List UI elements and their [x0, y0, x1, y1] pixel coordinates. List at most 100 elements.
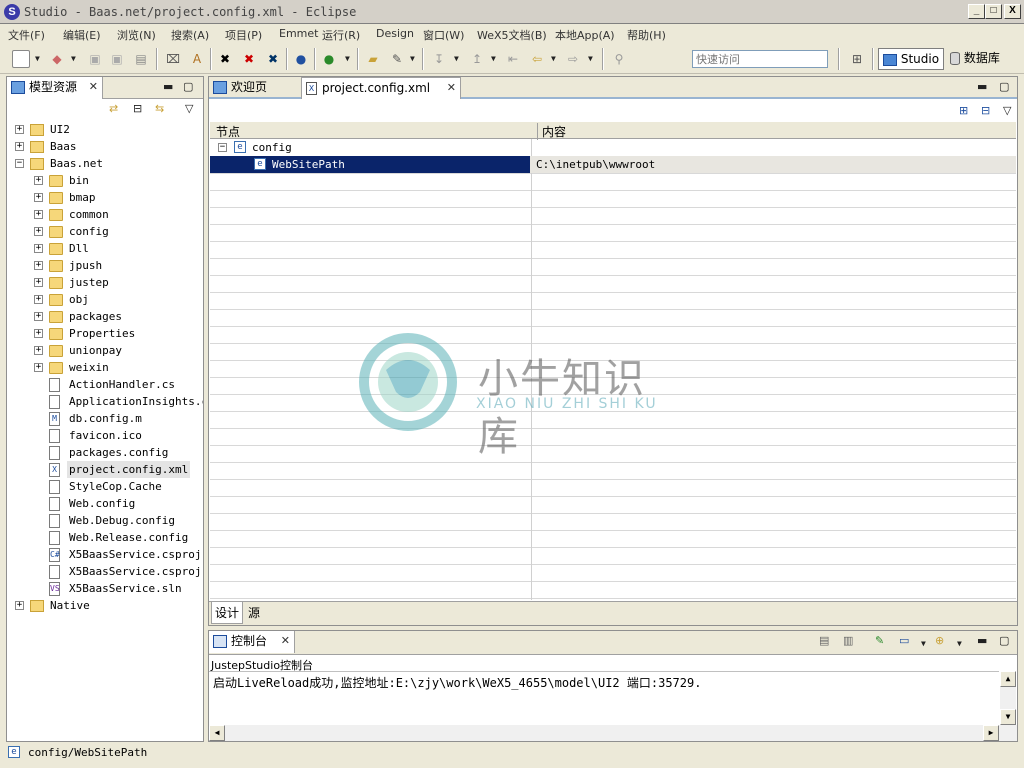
tab-design[interactable]: 设计: [211, 602, 244, 624]
tab-project-config[interactable]: X project.config.xml ✕: [301, 77, 461, 99]
menu-emmet[interactable]: Emmet: [279, 27, 318, 40]
expand-icon[interactable]: +: [34, 193, 43, 202]
expand-icon[interactable]: +: [34, 363, 43, 372]
table-row[interactable]: e WebSitePath C:\inetpub\wwwroot: [210, 156, 1016, 173]
expand-icon[interactable]: +: [34, 210, 43, 219]
expand-icon[interactable]: +: [15, 125, 24, 134]
new-icon[interactable]: [12, 50, 30, 68]
new-project-icon[interactable]: ◆: [48, 50, 66, 68]
tree-item[interactable]: VS X5BaasService.sln: [7, 580, 203, 597]
tab-welcome[interactable]: 欢迎页: [209, 77, 297, 99]
new-project-dropdown-icon[interactable]: ▼: [71, 54, 76, 63]
open-console-icon[interactable]: ⊕: [935, 634, 944, 647]
close-button[interactable]: X: [1004, 4, 1021, 19]
view-menu-icon[interactable]: ▽: [185, 102, 193, 115]
maximize-button[interactable]: □: [985, 4, 1002, 19]
back-icon[interactable]: ⇦: [528, 50, 546, 68]
open-perspective-icon[interactable]: ⊞: [848, 50, 866, 68]
print-icon[interactable]: ▤: [132, 50, 150, 68]
deploy-icon[interactable]: ✖: [264, 50, 282, 68]
expand-icon[interactable]: +: [34, 244, 43, 253]
editor-menu-icon[interactable]: ▽: [1003, 104, 1011, 117]
save-all-icon[interactable]: ▣: [108, 50, 126, 68]
clean-icon[interactable]: ✖: [240, 50, 258, 68]
clear-console-icon[interactable]: ▤: [819, 634, 829, 647]
open-resource-icon[interactable]: A: [188, 50, 206, 68]
expand-icon[interactable]: +: [34, 346, 43, 355]
expand-all-icon[interactable]: ⊞: [959, 104, 968, 117]
tree-item[interactable]: packages.config: [7, 444, 203, 461]
collapse-icon[interactable]: −: [218, 143, 227, 152]
minimize-console-icon[interactable]: ▬: [977, 634, 987, 647]
sync-icon[interactable]: ⇆: [155, 102, 164, 115]
menu-project[interactable]: 项目(P): [225, 27, 262, 43]
pin-editor-icon[interactable]: ⚲: [610, 50, 628, 68]
menu-help[interactable]: 帮助(H): [627, 27, 666, 43]
run-dropdown-icon[interactable]: ▼: [345, 54, 350, 63]
tree-item[interactable]: Web.Release.config: [7, 529, 203, 546]
tree-item[interactable]: Web.Debug.config: [7, 512, 203, 529]
menu-window[interactable]: 窗口(W): [423, 27, 464, 43]
tree-item[interactable]: ApplicationInsights.co: [7, 393, 203, 410]
tree-item[interactable]: + bmap: [7, 189, 203, 206]
quick-access-input[interactable]: [692, 50, 828, 68]
save-icon[interactable]: ▣: [86, 50, 104, 68]
menu-local-app[interactable]: 本地App(A): [555, 27, 615, 43]
perspective-db-button[interactable]: 数据库: [946, 48, 1004, 70]
tree-item[interactable]: + Properties: [7, 325, 203, 342]
open-folder-icon[interactable]: ▰: [364, 50, 382, 68]
expand-icon[interactable]: +: [34, 278, 43, 287]
console-output[interactable]: 启动LiveReload成功,监控地址:E:\zjy\work\WeX5_465…: [209, 671, 999, 725]
menu-run[interactable]: 运行(R): [322, 27, 360, 43]
tree-item[interactable]: + UI2: [7, 121, 203, 138]
maximize-editor-icon[interactable]: ▢: [999, 80, 1009, 93]
last-edit-icon[interactable]: ⇤: [504, 50, 522, 68]
console-vertical-scrollbar[interactable]: ▲ ▼: [1000, 671, 1016, 725]
maximize-console-icon[interactable]: ▢: [999, 634, 1009, 647]
tree-item[interactable]: favicon.ico: [7, 427, 203, 444]
column-header-node[interactable]: 节点: [216, 123, 240, 140]
open-console-dropdown-icon[interactable]: ▼: [957, 639, 962, 648]
node-value[interactable]: C:\inetpub\wwwroot: [536, 156, 655, 173]
minimize-editor-icon[interactable]: ▬: [977, 80, 987, 93]
tree-item[interactable]: + Baas: [7, 138, 203, 155]
tree-item[interactable]: Web.config: [7, 495, 203, 512]
build-icon[interactable]: ✖: [216, 50, 234, 68]
minimize-view-icon[interactable]: ▬: [163, 80, 173, 93]
tree-item[interactable]: + Native: [7, 597, 203, 614]
expand-icon[interactable]: +: [34, 329, 43, 338]
menu-design[interactable]: Design: [376, 27, 414, 40]
tree-item[interactable]: + weixin: [7, 359, 203, 376]
tree-item[interactable]: C# X5BaasService.csproj: [7, 546, 203, 563]
tree-item[interactable]: − Baas.net: [7, 155, 203, 172]
display-console-icon[interactable]: ▭: [899, 634, 909, 647]
scroll-right-icon[interactable]: ▶: [983, 725, 999, 741]
close-tab-icon[interactable]: ✕: [447, 78, 456, 98]
collapse-all-icon[interactable]: ⊟: [133, 102, 142, 115]
tree-item[interactable]: StyleCop.Cache: [7, 478, 203, 495]
collapse-icon[interactable]: −: [15, 159, 24, 168]
tree-item[interactable]: ActionHandler.cs: [7, 376, 203, 393]
menu-edit[interactable]: 编辑(E): [63, 27, 101, 43]
expand-icon[interactable]: +: [34, 312, 43, 321]
collapse-all-icon[interactable]: ⊟: [981, 104, 990, 117]
step-icon[interactable]: ●: [292, 50, 310, 68]
tree-item[interactable]: + unionpay: [7, 342, 203, 359]
run-icon[interactable]: ●: [320, 50, 338, 68]
link-with-editor-icon[interactable]: ⇄: [109, 102, 118, 115]
expand-icon[interactable]: +: [34, 176, 43, 185]
close-tab-icon[interactable]: ✕: [89, 77, 98, 97]
forward-dropdown-icon[interactable]: ▼: [588, 54, 593, 63]
minimize-button[interactable]: _: [968, 4, 985, 19]
tree-item[interactable]: + config: [7, 223, 203, 240]
scroll-up-icon[interactable]: ▲: [1000, 671, 1016, 687]
display-console-dropdown-icon[interactable]: ▼: [921, 639, 926, 648]
maximize-view-icon[interactable]: ▢: [183, 80, 193, 93]
back-dropdown-icon[interactable]: ▼: [551, 54, 556, 63]
tab-console[interactable]: 控制台 ✕: [209, 631, 295, 653]
scroll-lock-icon[interactable]: ▥: [843, 634, 853, 647]
brush-icon[interactable]: ✎: [388, 50, 406, 68]
menu-navigate[interactable]: 浏览(N): [117, 27, 156, 43]
menu-search[interactable]: 搜索(A): [171, 27, 209, 43]
new-dropdown-icon[interactable]: ▼: [35, 54, 40, 63]
